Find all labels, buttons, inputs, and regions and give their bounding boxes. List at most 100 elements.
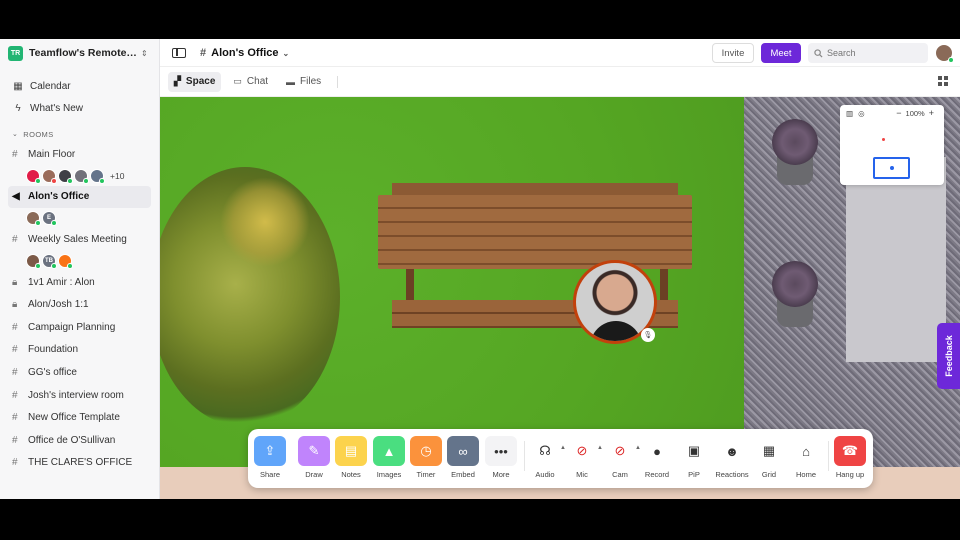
rooms-section-header[interactable]: ⌄ ROOMS (0, 125, 159, 143)
record-button[interactable]: ● Record (640, 436, 674, 484)
room-the-clares-office[interactable]: # THE CLARE'S OFFICE (0, 452, 159, 475)
space-icon: ▞ (174, 76, 181, 86)
audio-button[interactable]: ☊ ▲ Audio (528, 436, 566, 484)
workspace-name: Teamflow's Remote Of... (29, 47, 139, 59)
room-campaign-planning[interactable]: # Campaign Planning (0, 316, 159, 339)
feedback-button[interactable]: Feedback (937, 323, 960, 389)
room-office-de-osullivan[interactable]: # Office de O'Sullivan (0, 429, 159, 452)
sidebar: TR Teamflow's Remote Of... ⇕ ▦ Calendar … (0, 39, 160, 499)
avatar[interactable] (26, 211, 41, 227)
mic-button[interactable]: ⊘ ▲ Mic (565, 436, 603, 484)
tab-space[interactable]: ▞ Space (168, 71, 222, 92)
room-ggs-office[interactable]: # GG's office (0, 361, 159, 384)
avatar[interactable] (26, 253, 41, 269)
avatar[interactable] (26, 168, 41, 184)
weekly-sales-avatars: TB (0, 251, 159, 271)
invite-button[interactable]: Invite (712, 43, 754, 63)
search-icon (814, 48, 823, 58)
mic-icon: 🎙︎ (641, 328, 655, 342)
sidebar-toggle-icon[interactable] (172, 47, 186, 58)
minimap-marker (882, 138, 885, 141)
room-label: New Office Template (28, 412, 120, 424)
embed-icon: ∞ (447, 436, 479, 466)
room-weekly-sales-meeting[interactable]: # Weekly Sales Meeting (0, 228, 159, 251)
embed-button[interactable]: ∞ Embed (446, 436, 480, 484)
room-new-office-template[interactable]: # New Office Template (0, 406, 159, 429)
room-joshs-interview-room[interactable]: # Josh's interview room (0, 384, 159, 407)
pip-button[interactable]: ▣ PiP (677, 436, 711, 484)
sidebar-item-whats-new[interactable]: ϟ What's New (0, 97, 159, 119)
avatar[interactable] (58, 168, 73, 184)
hash-icon: # (200, 46, 207, 59)
room-label: Weekly Sales Meeting (28, 233, 127, 245)
hash-icon: # (12, 344, 18, 356)
sidebar-item-calendar[interactable]: ▦ Calendar (0, 75, 159, 97)
grid-view-icon[interactable] (938, 76, 948, 86)
room-label: THE CLARE'S OFFICE (28, 457, 133, 469)
zoom-out-button[interactable]: − (896, 108, 901, 118)
room-foundation[interactable]: # Foundation (0, 339, 159, 362)
tab-label: Chat (246, 76, 269, 87)
share-icon: ⇪ (254, 436, 286, 466)
home-icon: ⌂ (790, 436, 822, 466)
avatar[interactable] (74, 168, 89, 184)
grid-icon: ▦ (753, 436, 785, 466)
map-icon[interactable]: ▥ (846, 109, 853, 118)
home-button[interactable]: ⌂ Home (789, 436, 823, 484)
sidebar-item-label: What's New (30, 102, 84, 114)
room-alon-josh[interactable]: 🔒︎ Alon/Josh 1:1 (0, 293, 159, 316)
minimap[interactable]: ▥ ◎ − 100% + (840, 105, 944, 185)
tab-label: Files (300, 76, 322, 87)
room-title[interactable]: # Alon's Office ⌄ (200, 47, 289, 59)
toolbar-dock: ⇪ Share ✎ Draw ▤ Notes ▲ Images ◷ Timer … (248, 429, 873, 488)
cam-button[interactable]: ⊘ ▲ Cam (603, 436, 641, 484)
tab-bar: ▞ Space ▭ Chat ▬ Files (160, 67, 960, 97)
room-label: Office de O'Sullivan (28, 434, 116, 446)
reactions-button[interactable]: ☻ Reactions (715, 436, 749, 484)
user-avatar[interactable] (936, 45, 954, 63)
room-title-text: Alon's Office (211, 46, 279, 59)
more-button[interactable]: ••• More (484, 436, 518, 484)
draw-button[interactable]: ✎ Draw (297, 436, 331, 484)
tab-label: Space (185, 76, 216, 87)
search-box[interactable] (808, 43, 928, 63)
avatar[interactable] (90, 168, 105, 184)
room-alons-office[interactable]: ◀ Alon's Office (8, 185, 151, 209)
avatar[interactable]: E (42, 211, 57, 227)
mic-off-icon: ⊘ (566, 436, 598, 466)
hash-icon: # (12, 412, 18, 424)
avatar[interactable]: TB (42, 253, 57, 269)
images-button[interactable]: ▲ Images (372, 436, 406, 484)
share-button[interactable]: ⇪ Share (253, 436, 287, 484)
letterbox-bottom (0, 499, 960, 540)
zoom-in-button[interactable]: + (929, 108, 934, 118)
record-icon: ● (641, 436, 673, 466)
grid-button[interactable]: ▦ Grid (752, 436, 786, 484)
timer-button[interactable]: ◷ Timer (409, 436, 443, 484)
search-input[interactable] (827, 48, 922, 58)
notes-icon: ▤ (335, 436, 367, 466)
tab-chat[interactable]: ▭ Chat (227, 72, 274, 92)
room-label: Alon/Josh 1:1 (28, 299, 89, 311)
hangup-icon: ☎ (834, 436, 866, 466)
locate-icon[interactable]: ◎ (858, 109, 865, 118)
tab-files[interactable]: ▬ Files (280, 72, 327, 92)
speaker-icon: ◀ (12, 191, 20, 203)
hangup-button[interactable]: ☎ Hang up (833, 436, 867, 484)
avatar[interactable] (42, 168, 57, 184)
minimap-viewport[interactable] (873, 157, 910, 179)
divider (524, 441, 525, 471)
draw-icon: ✎ (298, 436, 330, 466)
alons-office-avatars: E (0, 208, 159, 228)
more-participants-count[interactable]: +10 (110, 171, 124, 181)
minimap-toolbar: ▥ ◎ − 100% + (840, 105, 944, 121)
hash-icon: # (12, 321, 18, 333)
divider (337, 75, 339, 88)
notes-button[interactable]: ▤ Notes (334, 436, 368, 484)
room-1v1-amir-alon[interactable]: 🔒︎ 1v1 Amir : Alon (0, 271, 159, 294)
more-icon: ••• (485, 436, 517, 466)
room-main-floor[interactable]: # Main Floor (0, 143, 159, 166)
avatar[interactable] (58, 253, 73, 269)
workspace-switcher[interactable]: TR Teamflow's Remote Of... ⇕ (0, 39, 159, 67)
meet-button[interactable]: Meet (761, 43, 801, 63)
